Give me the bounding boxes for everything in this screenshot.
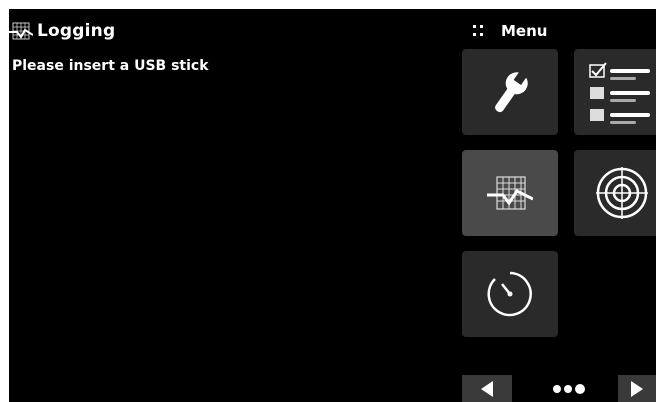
- menu-grid-icon: [473, 25, 485, 37]
- page-dots-icon: [553, 384, 585, 394]
- page-indicator: [539, 375, 599, 402]
- target-tile[interactable]: [574, 150, 656, 236]
- menu-button[interactable]: Menu: [473, 20, 547, 42]
- status-message: Please insert a USB stick: [12, 58, 209, 74]
- timer-icon: [487, 271, 532, 317]
- next-page-button[interactable]: [618, 375, 656, 402]
- logging-tile[interactable]: [462, 150, 558, 236]
- timer-tile[interactable]: [462, 251, 558, 337]
- previous-page-button[interactable]: [462, 375, 512, 402]
- arrow-right-icon: [631, 381, 643, 397]
- device-screen: Logging Please insert a USB stick Menu: [9, 9, 656, 402]
- wrench-icon: [495, 70, 528, 113]
- target-icon: [596, 167, 648, 219]
- logging-icon: [487, 176, 533, 210]
- checklist-icon: [589, 62, 650, 124]
- arrow-left-icon: [481, 381, 493, 397]
- page-title: Logging: [37, 21, 116, 41]
- logging-icon: [9, 22, 33, 40]
- title-bar: Logging: [9, 19, 115, 43]
- settings-tile[interactable]: [462, 49, 558, 135]
- menu-label: Menu: [501, 22, 548, 40]
- checklist-tile[interactable]: [574, 49, 656, 135]
